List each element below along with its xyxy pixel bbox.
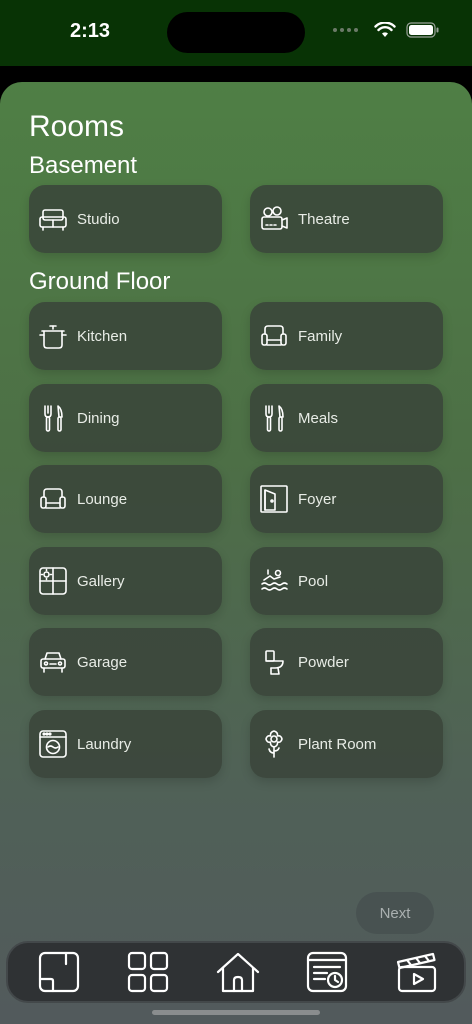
cutlery-icon [38,403,68,433]
room-label: Meals [298,409,339,427]
sofa-icon [38,204,68,234]
room-dining[interactable]: Dining [29,384,222,452]
room-label: Plant Room [298,735,377,753]
room-label: Kitchen [77,327,128,345]
tab-rooms[interactable] [36,949,82,995]
page-title: Rooms [29,110,125,143]
projector-icon [259,204,289,234]
status-bar: 2:13 [0,0,472,66]
floorplan-icon [38,951,80,993]
room-label: Laundry [77,735,132,753]
next-button[interactable]: Next [356,892,434,934]
room-kitchen[interactable]: Kitchen [29,302,222,370]
room-theatre[interactable]: Theatre [250,185,443,253]
room-label: Gallery [77,572,125,590]
room-foyer[interactable]: Foyer [250,465,443,533]
room-label: Lounge [77,490,128,508]
pot-icon [38,321,68,351]
room-powder[interactable]: Powder [250,628,443,696]
status-icons [333,22,440,38]
room-pool[interactable]: Pool [250,547,443,615]
toilet-icon [259,647,289,677]
car-icon [38,647,68,677]
tab-scenes[interactable] [394,949,440,995]
room-label: Powder [298,653,349,671]
washing-machine-icon [38,729,68,759]
tab-home[interactable] [215,949,261,995]
room-label: Family [298,327,343,345]
room-label: Theatre [298,210,350,228]
armchair-icon [38,484,68,514]
grid-icon [127,951,169,993]
room-lounge[interactable]: Lounge [29,465,222,533]
schedule-icon [306,951,348,993]
home-icon [216,952,260,993]
tab-schedule[interactable] [304,949,350,995]
section-title-ground-floor: Ground Floor [29,268,171,295]
room-family[interactable]: Family [250,302,443,370]
room-label: Garage [77,653,128,671]
room-label: Dining [77,409,120,427]
room-label: Foyer [298,490,337,508]
cutlery-icon [259,403,289,433]
door-icon [259,484,289,514]
tab-bar [6,941,466,1003]
room-studio[interactable]: Studio [29,185,222,253]
status-time: 2:13 [70,20,111,42]
room-label: Pool [298,572,329,590]
room-plant-room[interactable]: Plant Room [250,710,443,778]
battery-icon [406,22,439,38]
dynamic-island [167,12,305,53]
signal-icon [333,28,358,32]
room-label: Studio [77,210,120,228]
room-gallery[interactable]: Gallery [29,547,222,615]
flower-icon [259,729,289,759]
room-laundry[interactable]: Laundry [29,710,222,778]
home-indicator[interactable] [152,1010,320,1015]
tab-devices[interactable] [125,949,171,995]
swimmer-icon [259,566,289,596]
room-meals[interactable]: Meals [250,384,443,452]
room-garage[interactable]: Garage [29,628,222,696]
armchair-icon [259,321,289,351]
wifi-icon [374,22,396,37]
window-sun-icon [38,566,68,596]
section-title-basement: Basement [29,152,138,179]
clapper-icon [396,952,437,993]
